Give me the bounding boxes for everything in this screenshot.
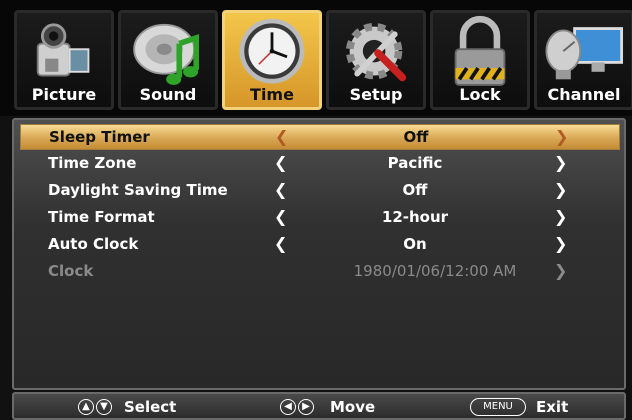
menu-row-sleep-timer[interactable]: Sleep Timer ❮ Off ❯	[20, 124, 620, 150]
row-label: Time Format	[48, 208, 155, 226]
row-value: 1980/01/06/12:00 AM	[353, 262, 517, 280]
tab-lock[interactable]: Lock	[430, 10, 530, 110]
right-key-icon: ▶	[298, 399, 314, 415]
tab-channel-label: Channel	[547, 85, 621, 104]
tab-picture[interactable]: Picture	[14, 10, 114, 110]
row-value: Off	[403, 128, 429, 146]
tab-picture-label: Picture	[31, 85, 97, 104]
tab-channel[interactable]: Channel	[534, 10, 632, 110]
up-key-icon: ▲	[78, 399, 94, 415]
row-label: Sleep Timer	[49, 128, 150, 146]
left-arrow-icon[interactable]: ❮	[274, 234, 287, 253]
left-arrow-icon[interactable]: ❮	[275, 127, 288, 146]
row-label: Auto Clock	[48, 235, 139, 253]
speaker-note-icon	[133, 23, 200, 85]
padlock-icon	[454, 15, 506, 86]
row-value: Pacific	[387, 154, 443, 172]
left-key-icon: ◀	[280, 399, 296, 415]
right-arrow-icon[interactable]: ❯	[554, 234, 567, 253]
down-key-icon: ▼	[96, 399, 112, 415]
left-arrow-icon[interactable]: ❮	[274, 207, 287, 226]
key-hint-bar: ▲ ▼ Select ◀ ▶ Move MENU Exit	[12, 392, 626, 420]
tab-sound[interactable]: Sound	[118, 10, 218, 110]
satellite-monitor-icon	[545, 27, 624, 80]
left-arrow-icon[interactable]: ❮	[274, 153, 287, 172]
category-tab-bar: Picture Sound Time Setup Lock Channel	[0, 0, 632, 116]
select-hint: Select	[124, 398, 177, 416]
right-arrow-icon[interactable]: ❯	[554, 180, 567, 199]
right-arrow-icon: ❯	[554, 261, 568, 280]
menu-row-time-format[interactable]: Time Format ❮ 12-hour ❯	[20, 205, 620, 231]
row-label: Time Zone	[48, 154, 137, 172]
move-hint: Move	[330, 398, 376, 416]
tab-time[interactable]: Time	[222, 10, 322, 110]
row-value: 12-hour	[381, 208, 449, 226]
row-value: Off	[402, 181, 428, 199]
tab-sound-label: Sound	[139, 85, 197, 104]
tab-setup[interactable]: Setup	[326, 10, 426, 110]
menu-row-daylight-saving-time[interactable]: Daylight Saving Time ❮ Off ❯	[20, 178, 620, 204]
clock-icon	[239, 18, 305, 84]
camcorder-icon	[36, 23, 90, 77]
exit-hint: Exit	[536, 398, 569, 416]
row-value: On	[403, 235, 427, 253]
gear-tools-icon	[345, 22, 407, 82]
tab-time-label: Time	[250, 85, 294, 104]
right-arrow-icon[interactable]: ❯	[555, 127, 568, 146]
menu-key-icon: MENU	[470, 398, 526, 416]
tab-setup-label: Setup	[349, 85, 403, 104]
right-arrow-icon[interactable]: ❯	[554, 207, 567, 226]
tab-lock-label: Lock	[459, 85, 501, 104]
row-label: Clock	[48, 262, 94, 280]
menu-row-clock: Clock 1980/01/06/12:00 AM ❯	[20, 259, 620, 285]
right-arrow-icon[interactable]: ❯	[554, 153, 567, 172]
menu-row-time-zone[interactable]: Time Zone ❮ Pacific ❯	[20, 151, 620, 177]
menu-row-auto-clock[interactable]: Auto Clock ❮ On ❯	[20, 232, 620, 258]
tv-osd-screen: Picture Sound Time Setup Lock Channel Sl…	[0, 0, 632, 420]
row-label: Daylight Saving Time	[48, 181, 228, 199]
time-settings-panel: Sleep Timer ❮ Off ❯ Time Zone ❮ Pacific …	[12, 118, 626, 390]
left-arrow-icon[interactable]: ❮	[274, 180, 287, 199]
